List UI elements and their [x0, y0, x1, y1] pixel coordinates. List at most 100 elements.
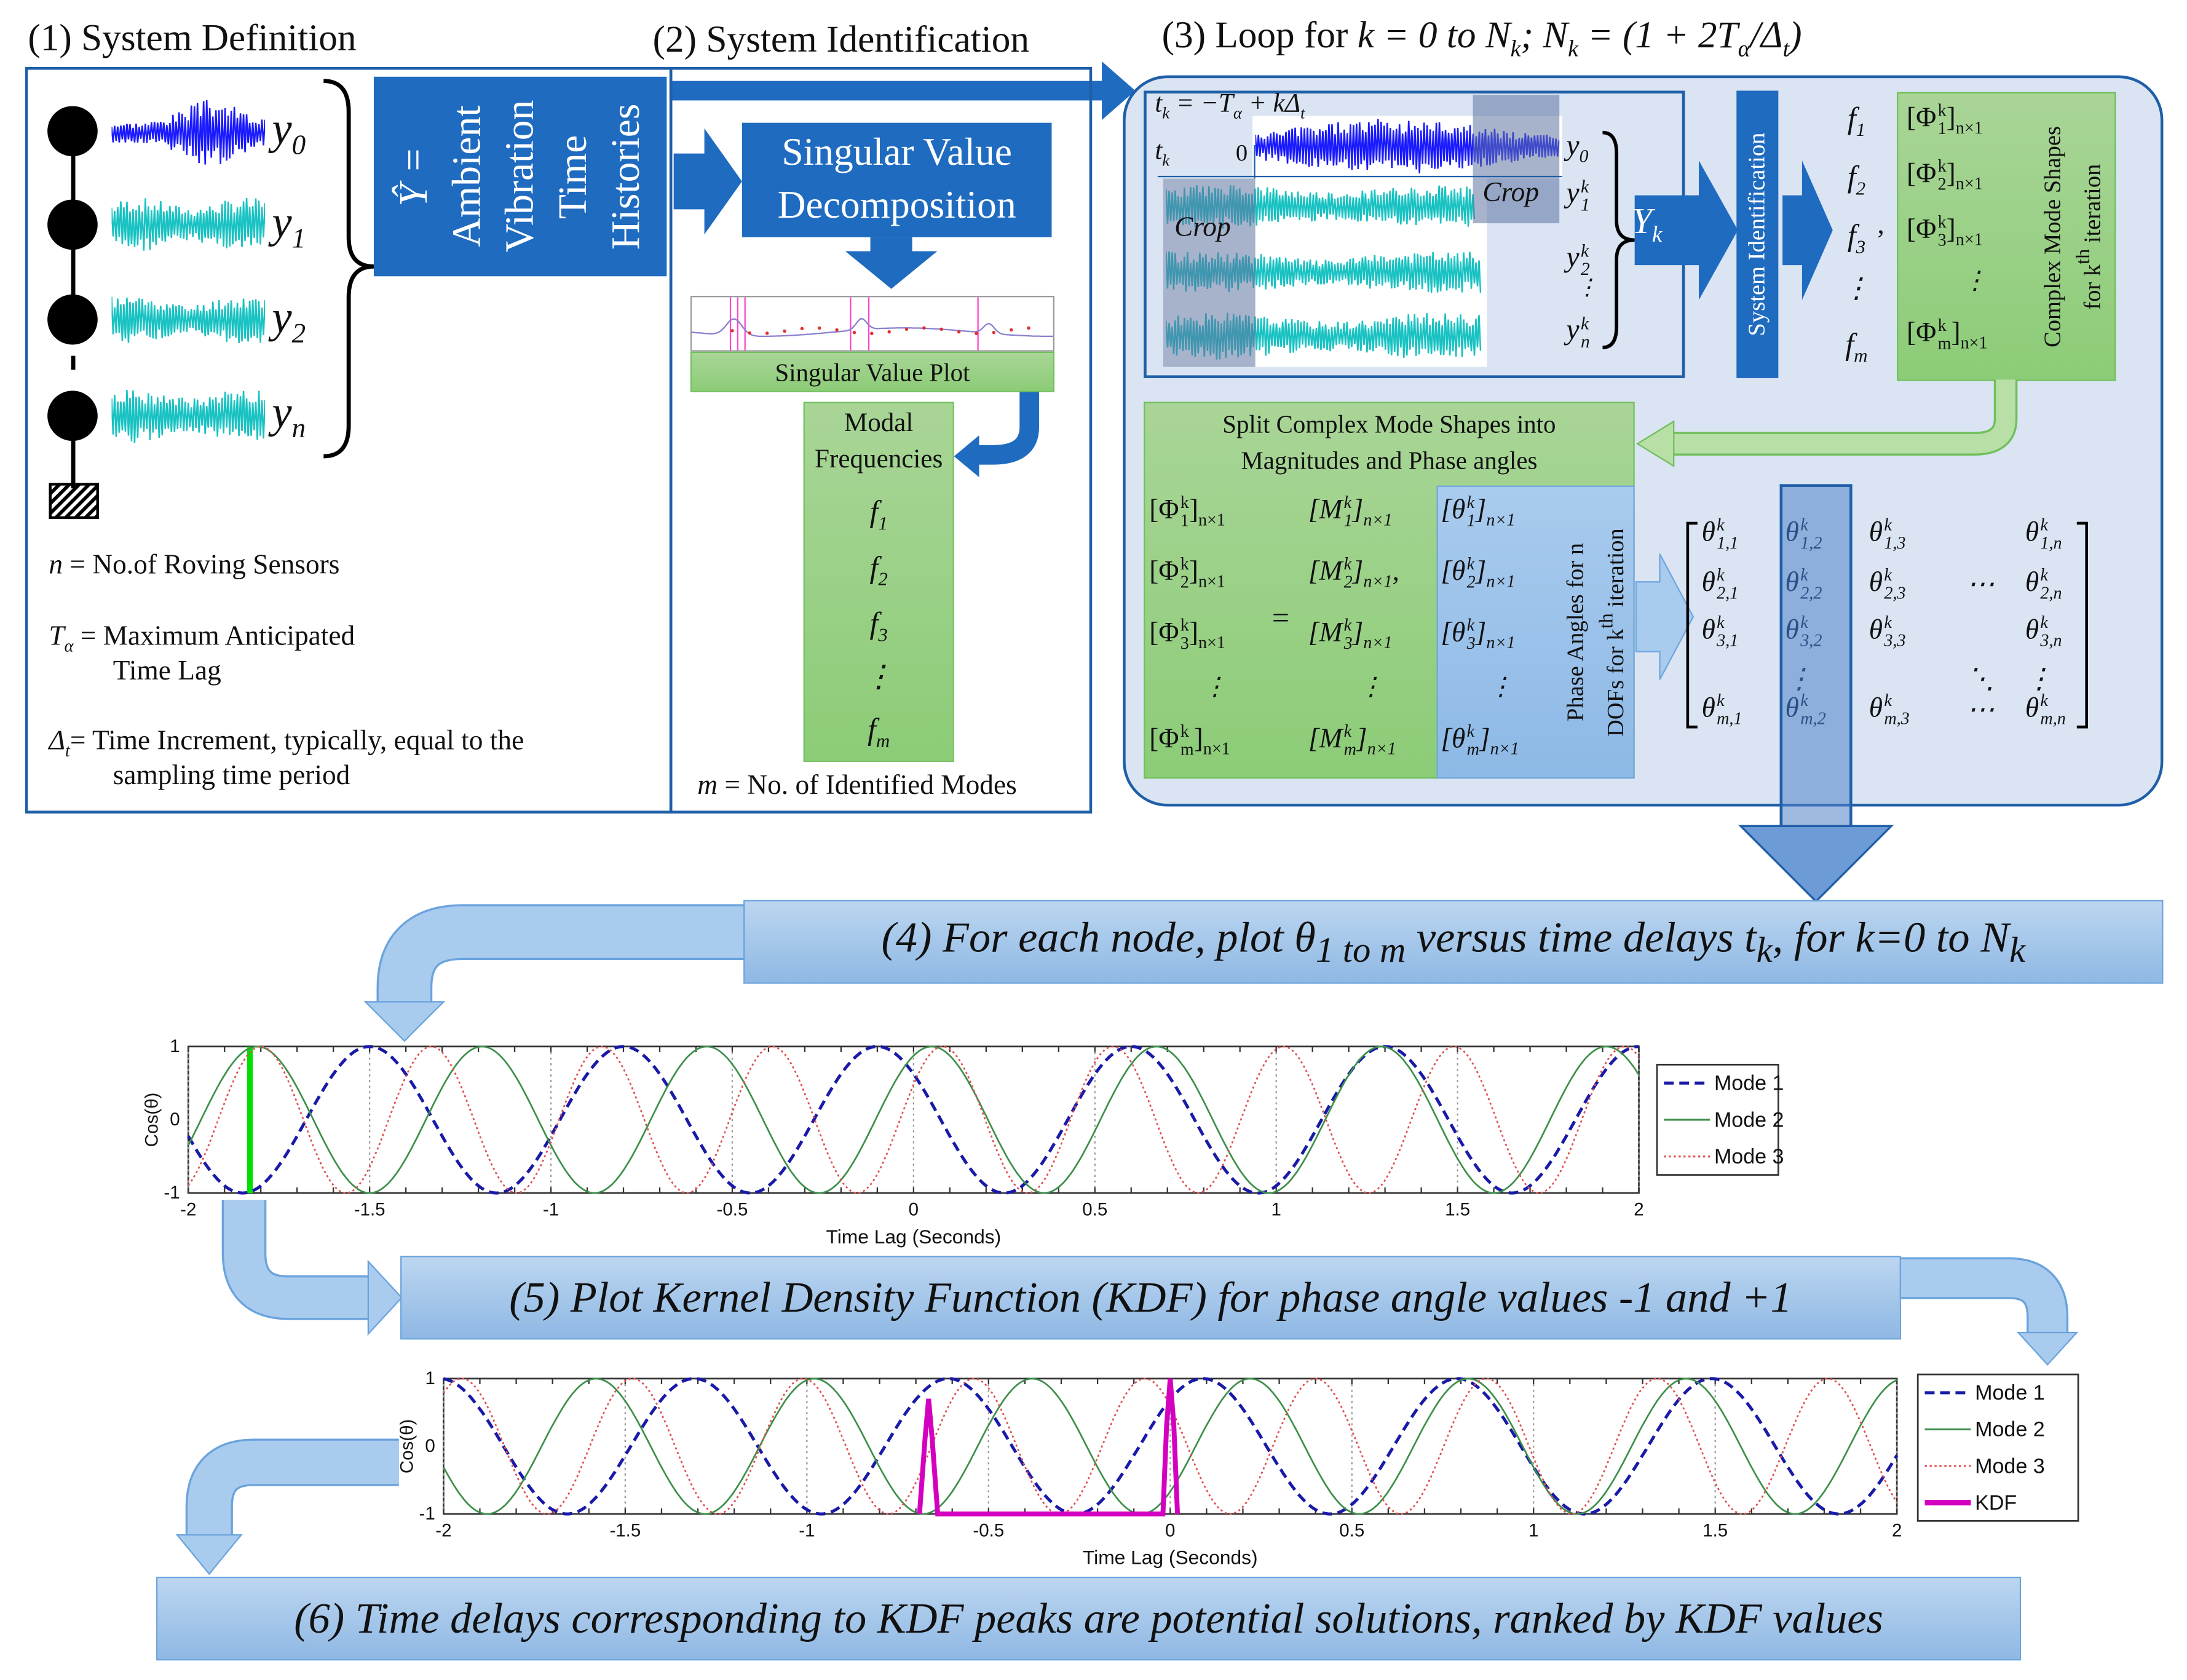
math-scripts: k2 — [1467, 555, 1476, 592]
sv-point — [783, 329, 786, 333]
equals-sign: = — [1271, 600, 1290, 635]
math-text: = −T — [1169, 89, 1233, 119]
sv-point — [1027, 326, 1030, 330]
math-text: θ — [1785, 614, 1799, 646]
math-sup: k — [1343, 492, 1352, 512]
yhat-line: Histories — [604, 103, 649, 250]
phi-m: [Φ k m]n×1 — [1149, 722, 1230, 779]
theta-3: [θ k 3]n×1 — [1441, 615, 1519, 673]
math-text: [θ — [1441, 494, 1466, 526]
math-scripts: k 2,1 — [1717, 566, 1738, 603]
waveform — [111, 100, 266, 165]
sv-point — [957, 330, 961, 334]
y-tick-label: -1 — [419, 1504, 435, 1524]
math-scripts: k 3,2 — [1800, 613, 1822, 650]
math-sup: k — [1343, 615, 1352, 635]
loop-label-y0: y0 — [1567, 129, 1589, 168]
x-tick-label: 2 — [1892, 1520, 1902, 1540]
complex-mode-shapes-box: [Φ k 1]n×1 [Φ k 2]n×1 [Φ k 3]n×1 ⋮ [Φ k m]n×1 Co… — [1897, 92, 2116, 381]
loop-frequency-list: f1 f2 f3 ⋮ fm — [1835, 100, 1877, 382]
theta-column: [θ k 1]n×1 [θ k 2]n×1 [θ k 3]n×1 ⋮ [θ k m]n×1 — [1441, 493, 1519, 779]
math-text: θ — [1869, 517, 1883, 548]
math-sub: 1 — [1466, 510, 1476, 531]
math-text: f — [868, 711, 876, 747]
math-sub: 1 to m — [1315, 929, 1406, 970]
x-tick-label: 1.5 — [1703, 1520, 1728, 1540]
math-sub: 2 — [291, 319, 306, 350]
math-sub: 0 — [291, 130, 306, 161]
arrow-head-step5 — [367, 1259, 403, 1336]
math-sup: k — [1343, 553, 1352, 574]
math-text: = 0 — [1374, 14, 1447, 56]
matrix-cell: θ k 2,n — [2025, 566, 2062, 603]
math-text: θ — [2025, 567, 2039, 598]
math-sup: k — [1466, 615, 1475, 635]
math-text: t — [1744, 912, 1757, 962]
title-prefix: (3) Loop for — [1161, 14, 1358, 56]
math-scripts: k1 — [1581, 176, 1590, 215]
math-scripts: k 3,3 — [1884, 613, 1905, 650]
math-text: f — [1845, 326, 1854, 362]
label-y1: y1 — [272, 197, 306, 256]
math-text: θ — [1869, 692, 1883, 724]
math-text: y — [1566, 240, 1580, 274]
loop-f-ellipsis: ⋮ — [1835, 271, 1877, 327]
legend-label: Mode 3 — [1714, 1145, 1784, 1168]
math-sub: k — [1510, 35, 1521, 62]
mode-shape-2: [Φ k 2]n×1 — [1907, 157, 1988, 213]
step4-banner: (4) For each node, plot θ1 to m versus t… — [743, 900, 2164, 984]
sensor-node-0 — [47, 106, 98, 157]
math-text: ] — [1193, 723, 1203, 755]
math-text: ⋯ — [1966, 695, 1995, 726]
math-sub: m — [1343, 739, 1356, 759]
math-text: ⋮ — [1962, 266, 1988, 295]
math-sup: k — [1717, 565, 1725, 585]
step6-text: (6) Time delays corresponding to KDF pea… — [294, 1593, 1883, 1644]
label-y2: y2 — [272, 291, 306, 351]
math-sub: n×1 — [1960, 333, 1988, 353]
tk-equation: tk = −Tα + kΔt — [1155, 89, 1305, 124]
x-tick-label: 1 — [1271, 1199, 1281, 1219]
x-tick-label: -1.5 — [609, 1520, 641, 1540]
math-text: [M — [1308, 723, 1343, 755]
math-text: ] — [1946, 158, 1956, 189]
label-line: for kth iteration — [2073, 164, 2106, 311]
math-text: ] — [1946, 214, 1956, 245]
math-sub: n×1 — [1203, 739, 1230, 759]
sv-point — [835, 328, 839, 332]
curly-brace-icon — [323, 79, 374, 459]
matrix-cell: θ k 2,3 — [1869, 566, 1906, 603]
math-text: [Φ — [1149, 556, 1179, 587]
math-scripts: k m,2 — [1800, 691, 1825, 728]
y-axis-label: Cos(θ) — [397, 1419, 417, 1473]
math-text: for k — [2079, 264, 2106, 311]
theta-m: [θ k m]n×1 — [1441, 722, 1519, 779]
mode-shape-list: [Φ k 1]n×1 [Φ k 2]n×1 [Φ k 3]n×1 ⋮ [Φ k m]n×1 — [1907, 101, 1988, 373]
math-sup: k — [1717, 515, 1725, 535]
math-scripts: k1 — [1466, 493, 1476, 531]
math-text: iteration — [1602, 528, 1629, 613]
x-tick-label: -1 — [799, 1520, 815, 1540]
tk-zero-label: 0 — [1235, 139, 1248, 167]
math-scripts: k m,n — [2040, 691, 2065, 728]
matrix-cell: ⋮ — [1786, 662, 1813, 697]
magnitude-m: [M k m]n×1 — [1308, 722, 1399, 779]
phase-angle-chart: -2 -1.5 -1 -0.5 0 0.5 1 1.5 2 -1 0 1 Time Lag (Secon… — [141, 1036, 1784, 1248]
matrix-cell: θ k 2,2 — [1786, 566, 1822, 603]
math-text: θ — [1869, 614, 1883, 646]
math-sub: 2,2 — [1800, 583, 1822, 603]
math-text: [θ — [1441, 556, 1466, 587]
math-sub: 3 — [878, 624, 888, 646]
matrix-cell: ⋯ — [1967, 692, 1995, 727]
math-text: ] — [1352, 494, 1364, 526]
math-text: ⋮ — [1358, 672, 1384, 701]
math-sub: 2 — [1466, 572, 1476, 592]
math-sub: 2,3 — [1884, 583, 1906, 603]
math-sub: k — [1756, 929, 1773, 970]
sensor-node-n — [47, 390, 98, 442]
math-text: ] — [1352, 617, 1364, 649]
math-text: ] — [1356, 723, 1367, 755]
math-text: ⋮ — [863, 659, 895, 694]
label-line: Phase Angles for n — [1562, 543, 1589, 721]
sv-point — [765, 331, 769, 335]
